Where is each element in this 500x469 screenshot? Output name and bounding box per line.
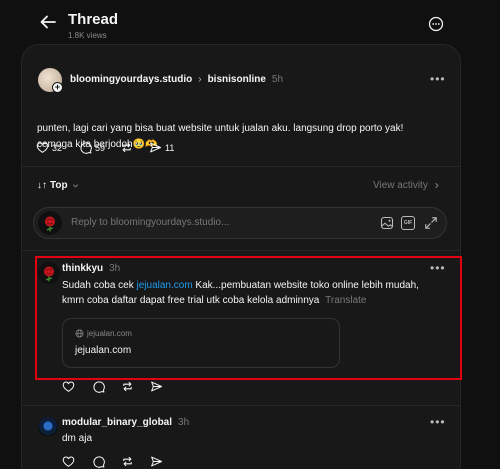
- reply-text: dm aja: [62, 433, 93, 444]
- page-title: Thread: [68, 11, 119, 28]
- reply-input[interactable]: Reply to bloomingyourdays.studio...: [71, 217, 229, 228]
- sort-dropdown[interactable]: ↓↑ Top: [37, 180, 80, 191]
- post-text-line1: punten, lagi cari yang bisa buat website…: [37, 123, 404, 134]
- sort-icon: ↓↑: [37, 180, 47, 191]
- back-arrow-icon[interactable]: [38, 12, 58, 32]
- reply-comment-icon[interactable]: [92, 455, 105, 468]
- reply-send-icon[interactable]: [150, 380, 163, 393]
- chevron-down-icon: [71, 181, 80, 190]
- reply-repost-icon[interactable]: [121, 380, 134, 393]
- comment-count: 59: [95, 142, 106, 153]
- divider: [22, 250, 460, 251]
- reply-time: 3h: [178, 417, 190, 428]
- send-icon: [149, 141, 162, 154]
- post-more-icon[interactable]: •••: [430, 72, 446, 86]
- reply-comment-icon[interactable]: [92, 380, 105, 393]
- post-username[interactable]: bloomingyourdays.studio: [70, 74, 192, 85]
- sort-label: Top: [50, 180, 68, 191]
- reply-repost-icon[interactable]: [121, 455, 134, 468]
- comment-icon: [79, 141, 92, 154]
- reply-username[interactable]: modular_binary_global: [62, 417, 172, 428]
- divider: [22, 166, 460, 167]
- view-count: 1.8K views: [68, 31, 107, 40]
- highlight-box: [35, 256, 462, 380]
- reply-send-icon[interactable]: [150, 455, 163, 468]
- reply-avatar[interactable]: [38, 417, 58, 437]
- more-options-icon[interactable]: [428, 16, 444, 32]
- chevron-right-icon: [432, 181, 441, 190]
- like-action[interactable]: 32: [36, 141, 62, 154]
- chevron-right-icon: ›: [198, 74, 202, 85]
- current-user-avatar: [38, 211, 62, 235]
- view-activity-link[interactable]: View activity: [373, 180, 441, 191]
- image-icon[interactable]: [380, 216, 394, 230]
- reply-more-icon[interactable]: •••: [430, 415, 446, 429]
- post-time: 5h: [271, 74, 284, 85]
- reply-meta: modular_binary_global 3h: [62, 417, 189, 428]
- view-activity-label: View activity: [373, 180, 428, 191]
- expand-icon[interactable]: [424, 216, 438, 230]
- repost-icon[interactable]: [120, 141, 133, 154]
- post-meta: bloomingyourdays.studio › bisnisonline 5…: [70, 74, 283, 85]
- heart-icon: [36, 141, 49, 154]
- reply-like-icon[interactable]: [62, 455, 75, 468]
- divider: [22, 405, 460, 406]
- share-count: 11: [165, 142, 175, 153]
- gif-icon[interactable]: GIF: [401, 216, 415, 230]
- comment-action[interactable]: 59: [79, 141, 105, 154]
- reply-like-icon[interactable]: [62, 380, 75, 393]
- post-topic-tag[interactable]: bisnisonline: [208, 74, 266, 85]
- share-action[interactable]: 11: [149, 141, 174, 154]
- like-count: 32: [52, 142, 63, 153]
- follow-plus-icon[interactable]: +: [52, 82, 63, 93]
